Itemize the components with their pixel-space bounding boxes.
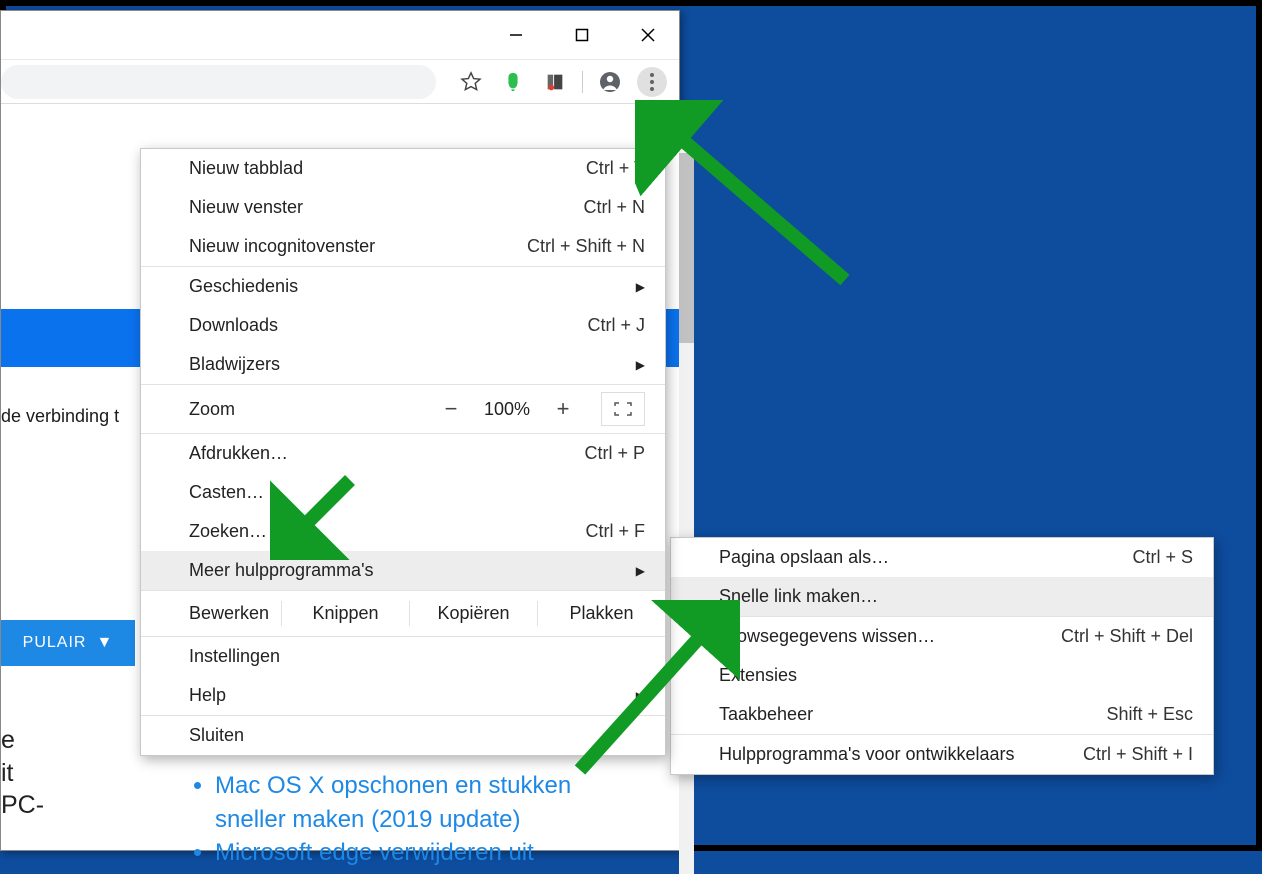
- menu-label: Hulpprogramma's voor ontwikkelaars: [719, 744, 1015, 765]
- connection-text: de verbinding t: [1, 406, 119, 427]
- submenu-item-dev-tools[interactable]: Hulpprogramma's voor ontwikkelaars Ctrl …: [671, 735, 1213, 774]
- zoom-out-button[interactable]: −: [433, 392, 469, 426]
- article-link[interactable]: Mac OS X opschonen en stukkensneller mak…: [215, 772, 571, 833]
- chevron-down-icon: ▼: [96, 634, 113, 652]
- menu-item-new-incognito[interactable]: Nieuw incognitovenster Ctrl + Shift + N: [141, 227, 665, 266]
- annotation-arrow-3: [560, 600, 740, 780]
- menu-label: Instellingen: [189, 646, 280, 667]
- menu-shortcut: Shift + Esc: [1106, 704, 1193, 725]
- copy-button[interactable]: Kopiëren: [409, 601, 537, 626]
- menu-label: Nieuw tabblad: [189, 158, 303, 179]
- menu-item-new-window[interactable]: Nieuw venster Ctrl + N: [141, 188, 665, 227]
- side-text: e it PC-: [1, 724, 44, 822]
- window-titlebar: [1, 11, 679, 59]
- article-link[interactable]: Microsoft edge verwijderen uit: [215, 839, 534, 866]
- menu-label: Downloads: [189, 315, 278, 336]
- submenu-item-save-as[interactable]: Pagina opslaan als… Ctrl + S: [671, 538, 1213, 577]
- submenu-arrow-icon: ▶: [636, 358, 645, 372]
- menu-label: Sluiten: [189, 725, 244, 746]
- submenu-item-create-shortcut[interactable]: Snelle link maken…: [671, 577, 1213, 616]
- menu-shortcut: Ctrl + F: [585, 521, 645, 542]
- more-menu-button[interactable]: [637, 67, 667, 97]
- menu-item-zoom: Zoom − 100% +: [141, 385, 665, 433]
- menu-label: Help: [189, 685, 226, 706]
- menu-label: Nieuw incognitovenster: [189, 236, 375, 257]
- browser-toolbar: [1, 59, 679, 104]
- menu-shortcut: Ctrl + Shift + N: [527, 236, 645, 257]
- menu-label: Pagina opslaan als…: [719, 547, 889, 568]
- list-item: Mac OS X opschonen en stukkensneller mak…: [215, 769, 571, 836]
- menu-label: Casten…: [189, 482, 264, 503]
- menu-label: Geschiedenis: [189, 276, 298, 297]
- zoom-value: 100%: [477, 399, 537, 420]
- menu-item-new-tab[interactable]: Nieuw tabblad Ctrl + T: [141, 149, 665, 188]
- populair-label: PULAIR: [23, 634, 87, 652]
- menu-item-downloads[interactable]: Downloads Ctrl + J: [141, 306, 665, 345]
- toolbar-separator: [582, 71, 583, 93]
- menu-label: Snelle link maken…: [719, 586, 878, 607]
- menu-item-bookmarks[interactable]: Bladwijzers ▶: [141, 345, 665, 384]
- submenu-item-task-manager[interactable]: Taakbeheer Shift + Esc: [671, 695, 1213, 734]
- address-bar[interactable]: [1, 65, 436, 99]
- populair-button[interactable]: PULAIR ▼: [1, 620, 135, 666]
- submenu-arrow-icon: ▶: [636, 564, 645, 578]
- more-tools-submenu: Pagina opslaan als… Ctrl + S Snelle link…: [670, 537, 1214, 775]
- edit-label: Bewerken: [189, 603, 281, 624]
- menu-item-cast[interactable]: Casten…: [141, 473, 665, 512]
- profile-icon[interactable]: [595, 67, 625, 97]
- submenu-item-clear-data[interactable]: Browsegegevens wissen… Ctrl + Shift + De…: [671, 617, 1213, 656]
- menu-item-history[interactable]: Geschiedenis ▶: [141, 267, 665, 306]
- article-list: Mac OS X opschonen en stukkensneller mak…: [191, 769, 571, 870]
- evernote-extension-icon[interactable]: [498, 67, 528, 97]
- menu-label: Bladwijzers: [189, 354, 280, 375]
- menu-label: Zoeken…: [189, 521, 267, 542]
- annotation-arrow-1: [635, 100, 855, 290]
- zoom-in-button[interactable]: +: [545, 392, 581, 426]
- menu-item-print[interactable]: Afdrukken… Ctrl + P: [141, 434, 665, 473]
- cut-button[interactable]: Knippen: [281, 601, 409, 626]
- minimize-button[interactable]: [493, 12, 539, 58]
- office-extension-icon[interactable]: [540, 67, 570, 97]
- close-button[interactable]: [625, 12, 671, 58]
- annotation-arrow-2: [270, 470, 360, 560]
- menu-label: Afdrukken…: [189, 443, 288, 464]
- maximize-button[interactable]: [559, 12, 605, 58]
- menu-shortcut: Ctrl + P: [584, 443, 645, 464]
- menu-item-find[interactable]: Zoeken… Ctrl + F: [141, 512, 665, 551]
- menu-label: Meer hulpprogramma's: [189, 560, 374, 581]
- star-icon[interactable]: [456, 67, 486, 97]
- menu-label: Browsegegevens wissen…: [719, 626, 935, 647]
- menu-shortcut: Ctrl + Shift + Del: [1061, 626, 1193, 647]
- menu-shortcut: Ctrl + Shift + I: [1083, 744, 1193, 765]
- menu-shortcut: Ctrl + S: [1132, 547, 1193, 568]
- zoom-label: Zoom: [189, 399, 433, 420]
- submenu-item-extensions[interactable]: Extensies: [671, 656, 1213, 695]
- menu-shortcut: Ctrl + J: [587, 315, 645, 336]
- menu-label: Nieuw venster: [189, 197, 303, 218]
- list-item: Microsoft edge verwijderen uit: [215, 836, 571, 870]
- menu-item-more-tools[interactable]: Meer hulpprogramma's ▶: [141, 551, 665, 590]
- fullscreen-button[interactable]: [601, 392, 645, 426]
